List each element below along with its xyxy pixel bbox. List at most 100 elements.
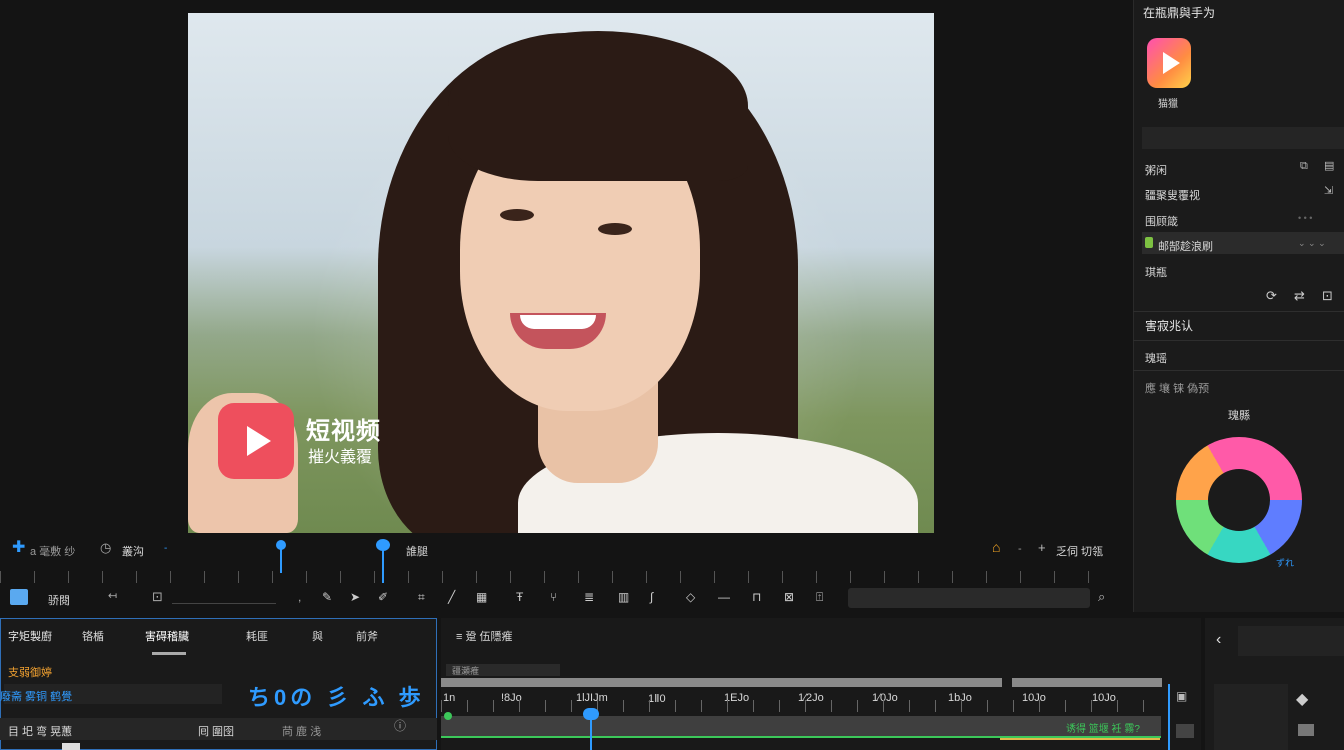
tab-1[interactable]: 字矩製廚 [8,628,52,644]
section-subtitle: 瑰瑶 [1145,353,1167,365]
refresh-icon[interactable]: ⟳ [1266,289,1277,302]
export-tool-icon[interactable]: ⍐ [816,591,823,603]
select-tool-icon[interactable] [10,589,28,605]
timeline-sub-label: 疆瀬痽 [452,666,480,676]
preview-ruler[interactable] [0,571,1122,583]
tab-2[interactable]: 铬楯 [82,628,104,644]
grid-tool-icon[interactable]: ▦ [476,591,487,603]
play-logo-icon [218,403,294,479]
line-tool-icon[interactable]: ╱ [448,591,455,603]
layout-icon[interactable]: ⧉ [1300,161,1308,172]
subject-hair-top [448,31,748,181]
transport-right-label[interactable]: 乏伺 切瓴 [1056,543,1103,559]
snap-icon[interactable]: ▣ [1176,690,1187,702]
mini-field[interactable] [1238,626,1344,656]
prop-row-5[interactable]: 琪瓶 [1145,264,1167,280]
track-label: 诱得 篮堰 衽 霧? [1066,724,1140,735]
prop-row-3[interactable]: 围顾箴 [1145,213,1178,229]
text-tool-icon[interactable]: Ŧ [516,591,523,603]
playhead-handle[interactable] [376,539,390,551]
track-lock-icon[interactable] [1176,724,1194,738]
timeline-ruler[interactable] [441,700,1161,712]
mask-tool-icon[interactable]: ⊓ [752,591,761,603]
toolbar-slider[interactable] [172,603,276,604]
section-title: 害寂兆认 [1145,319,1194,333]
dash-icon: - [164,543,168,554]
panel-title: 在瓶鼎與手为 [1143,6,1216,20]
arrow-tool-icon[interactable]: ↤ [108,591,117,602]
lock-icon[interactable]: ⊡ [1322,289,1333,302]
video-track[interactable] [441,716,1161,736]
help-icon[interactable]: ⓘ [394,720,406,732]
work-area-bar-2[interactable] [1012,678,1162,687]
app-label: 猫獵 [1158,99,1178,110]
row-dots-icon: • • • [1298,213,1313,223]
tab-active-indicator [152,652,186,655]
timeline-playhead-handle[interactable] [583,708,599,720]
prop-row-1[interactable]: 粥闲 [1145,162,1167,178]
pen-tool-icon[interactable]: ✎ [322,591,332,603]
tab-3[interactable]: 害碍稽臟 [145,628,189,644]
subject-teeth [520,315,596,329]
green-tag-icon [1145,237,1153,248]
row-mid-text: 囘 圍囹 [198,726,235,738]
timeline-title: ≡ 跫 伍隱痽 [456,631,513,643]
list-tool-icon[interactable]: ≣ [584,591,594,603]
panel-search-field[interactable] [1142,127,1344,149]
crop-tool-icon[interactable]: ⌗ [418,591,425,603]
transform-tool-icon[interactable]: ⊠ [784,591,794,603]
split-tool-icon[interactable]: ⑂ [550,591,557,603]
curve-tool-icon[interactable]: ∫ [650,591,653,603]
app-play-icon[interactable] [1147,38,1191,88]
home-icon[interactable]: ⌂ [992,540,1000,554]
tab-4[interactable]: 耗匪 [246,628,268,644]
minus-tool-icon[interactable]: — [718,591,730,603]
row-right-text: 苘 鹿 浅 [282,726,322,738]
preset-glyphs[interactable]: ち0の 彡 ふ 歩 [248,680,425,712]
audio-level-line-2 [1000,738,1160,740]
back-icon[interactable]: ‹ [1216,632,1221,648]
section-row: 應 壤 铼 偽预 [1145,383,1210,395]
subject-eye-right [598,223,632,235]
section-label: 支弱御婷 [8,667,52,679]
dash-sep-icon: - [1018,543,1022,555]
brand-subtitle: 摧火義覆 [308,449,373,466]
subject-eye-left [500,209,534,221]
row-left-text: 目 圯 弯 晃蕙 [8,726,73,738]
work-area-bar[interactable] [441,678,1002,687]
cursor-tool-icon[interactable]: ➤ [350,591,360,603]
export-icon[interactable]: ⇲ [1324,186,1333,197]
add-icon[interactable]: ✚ [12,540,25,556]
color-wheel-label: 瑰縣 [1228,410,1250,422]
search-icon[interactable]: ⌕ [1098,590,1105,603]
prop-row-2[interactable]: 疆聚叟覆视 [1145,187,1200,203]
video-preview[interactable]: 短视频 摧火義覆 [188,13,934,533]
mini-button-icon[interactable] [1298,724,1314,736]
shape-tool-icon[interactable]: ◇ [686,591,695,603]
color-wheel-caption: ずれ [1276,558,1295,568]
frame-tool-icon[interactable]: ⊡ [152,590,163,603]
toolbar-label: 骄閱 [48,595,70,607]
comma-tool-icon[interactable]: , [298,591,301,603]
mini-thumbnail[interactable] [1214,684,1288,750]
effects-field-value: 廢斋 雾铜 鹤覺 [0,691,73,703]
clock-icon[interactable]: ◷ [100,541,111,554]
table-tool-icon[interactable]: ▥ [618,591,629,603]
share-icon[interactable]: ⇄ [1294,289,1305,302]
in-marker-handle[interactable] [276,540,286,550]
diamond-icon[interactable]: ◆ [1296,692,1308,708]
plus-icon[interactable]: + [1038,541,1046,554]
timeline-end-marker[interactable] [1168,684,1170,750]
marker-label: 誰腿 [406,546,428,558]
thumb-icon [62,743,80,750]
brush-tool-icon[interactable]: ✐ [378,591,388,603]
transport-mid-label[interactable]: 叢沟 [122,543,144,559]
transport-left-label[interactable]: a 毫敷 纱 [30,543,75,559]
panel-icon[interactable]: ▤ [1324,161,1334,172]
toolbar-search-input[interactable] [848,588,1090,608]
row-actions-icon[interactable]: ⌄ ⌄ ⌄ [1298,238,1326,249]
tab-5[interactable]: 與 [312,628,323,644]
color-wheel-center [1208,469,1270,531]
tab-6[interactable]: 前斧 [356,628,378,644]
track-start-marker[interactable] [444,712,452,720]
